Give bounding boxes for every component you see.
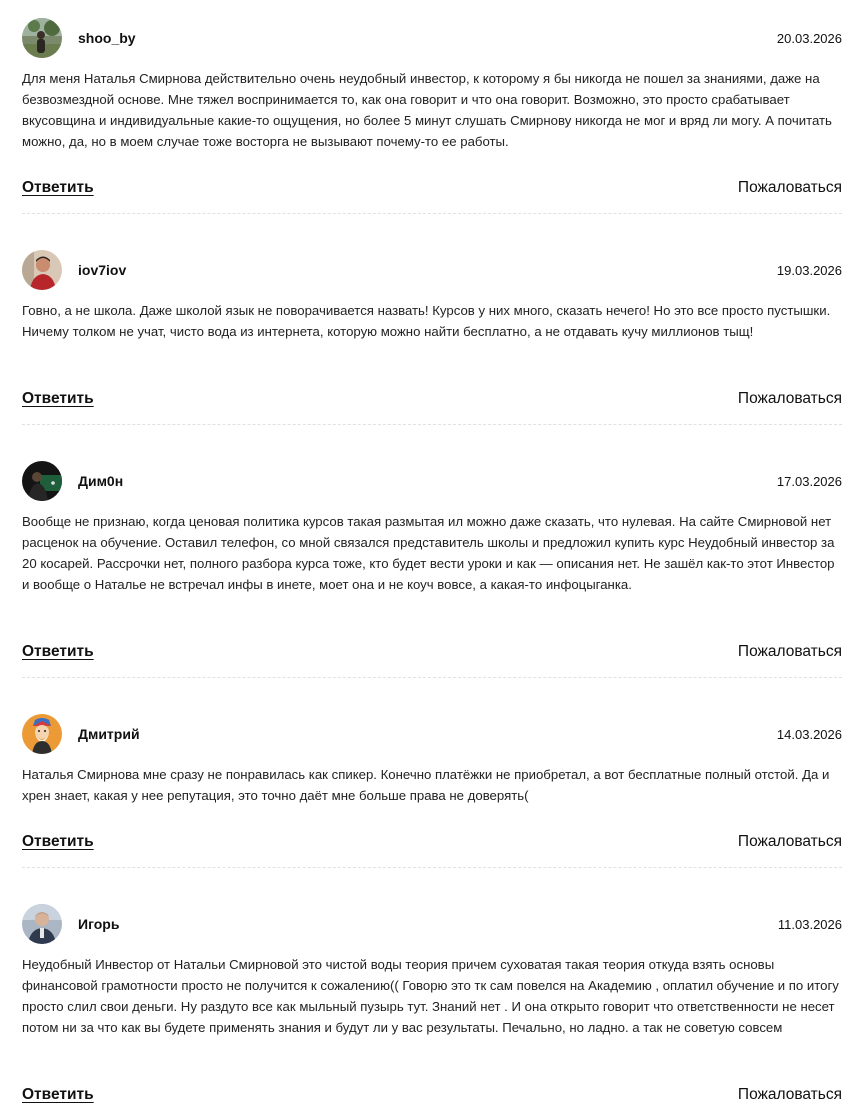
comment-header: shoo_by 20.03.2026 — [22, 18, 842, 58]
comment-text: Неудобный Инвестор от Натальи Смирновой … — [22, 957, 839, 1035]
comment-author: shoo_by — [78, 30, 136, 46]
complain-button[interactable]: Пожаловаться — [738, 390, 842, 408]
reply-button[interactable]: Ответить — [22, 643, 94, 661]
comment-text: Говно, а не школа. Даже школой язык не п… — [22, 303, 831, 339]
comment-date: 20.03.2026 — [776, 30, 842, 46]
comment-divider — [22, 424, 842, 425]
complain-button[interactable]: Пожаловаться — [738, 643, 842, 661]
comment-author: iov7iov — [78, 262, 127, 278]
complain-button[interactable]: Пожаловаться — [738, 179, 842, 197]
comment-actions: Ответить Пожаловаться — [22, 178, 842, 198]
comment-author: Дмитрий — [78, 726, 140, 742]
comment-divider — [22, 867, 842, 868]
comment-header: Игорь 11.03.2026 — [22, 904, 842, 944]
comment-actions: Ответить Пожаловаться — [22, 832, 842, 852]
comment-actions: Ответить Пожаловаться — [22, 642, 842, 662]
comment-author: Игорь — [78, 916, 120, 932]
comment-date: 11.03.2026 — [777, 916, 842, 932]
comment-item: Игорь 11.03.2026 Неудобный Инвестор от Н… — [22, 904, 842, 1116]
comment-date: 14.03.2026 — [776, 726, 842, 742]
comment-divider — [22, 677, 842, 678]
comment-item: Дмитрий 14.03.2026 Наталья Смирнова мне … — [22, 714, 842, 868]
comment-item: iov7iov 19.03.2026 Говно, а не школа. Да… — [22, 250, 842, 425]
reply-button[interactable]: Ответить — [22, 1086, 94, 1104]
comment-header: Дмитрий 14.03.2026 — [22, 714, 842, 754]
comment-date: 17.03.2026 — [776, 473, 842, 489]
comment-header: Дим0н 17.03.2026 — [22, 461, 842, 501]
comment-text: Для меня Наталья Смирнова действительно … — [22, 71, 832, 149]
complain-button[interactable]: Пожаловаться — [738, 833, 842, 851]
reply-button[interactable]: Ответить — [22, 179, 94, 197]
reply-button[interactable]: Ответить — [22, 833, 94, 851]
comment-text: Вообще не признаю, когда ценовая политик… — [22, 514, 835, 592]
comment-item: Дим0н 17.03.2026 Вообще не признаю, когд… — [22, 461, 842, 678]
comment-item: shoo_by 20.03.2026 Для меня Наталья Смир… — [22, 18, 842, 214]
comments-list: shoo_by 20.03.2026 Для меня Наталья Смир… — [0, 0, 863, 1116]
avatar — [22, 904, 62, 944]
avatar — [22, 714, 62, 754]
reply-button[interactable]: Ответить — [22, 390, 94, 408]
comment-author: Дим0н — [78, 473, 124, 489]
comment-date: 19.03.2026 — [776, 262, 842, 278]
comment-actions: Ответить Пожаловаться — [22, 389, 842, 409]
avatar — [22, 250, 62, 290]
comment-divider — [22, 213, 842, 214]
avatar — [22, 461, 62, 501]
complain-button[interactable]: Пожаловаться — [738, 1086, 842, 1104]
comment-header: iov7iov 19.03.2026 — [22, 250, 842, 290]
avatar — [22, 18, 62, 58]
comment-actions: Ответить Пожаловаться — [22, 1085, 842, 1105]
comment-text: Наталья Смирнова мне сразу не понравилас… — [22, 767, 830, 803]
